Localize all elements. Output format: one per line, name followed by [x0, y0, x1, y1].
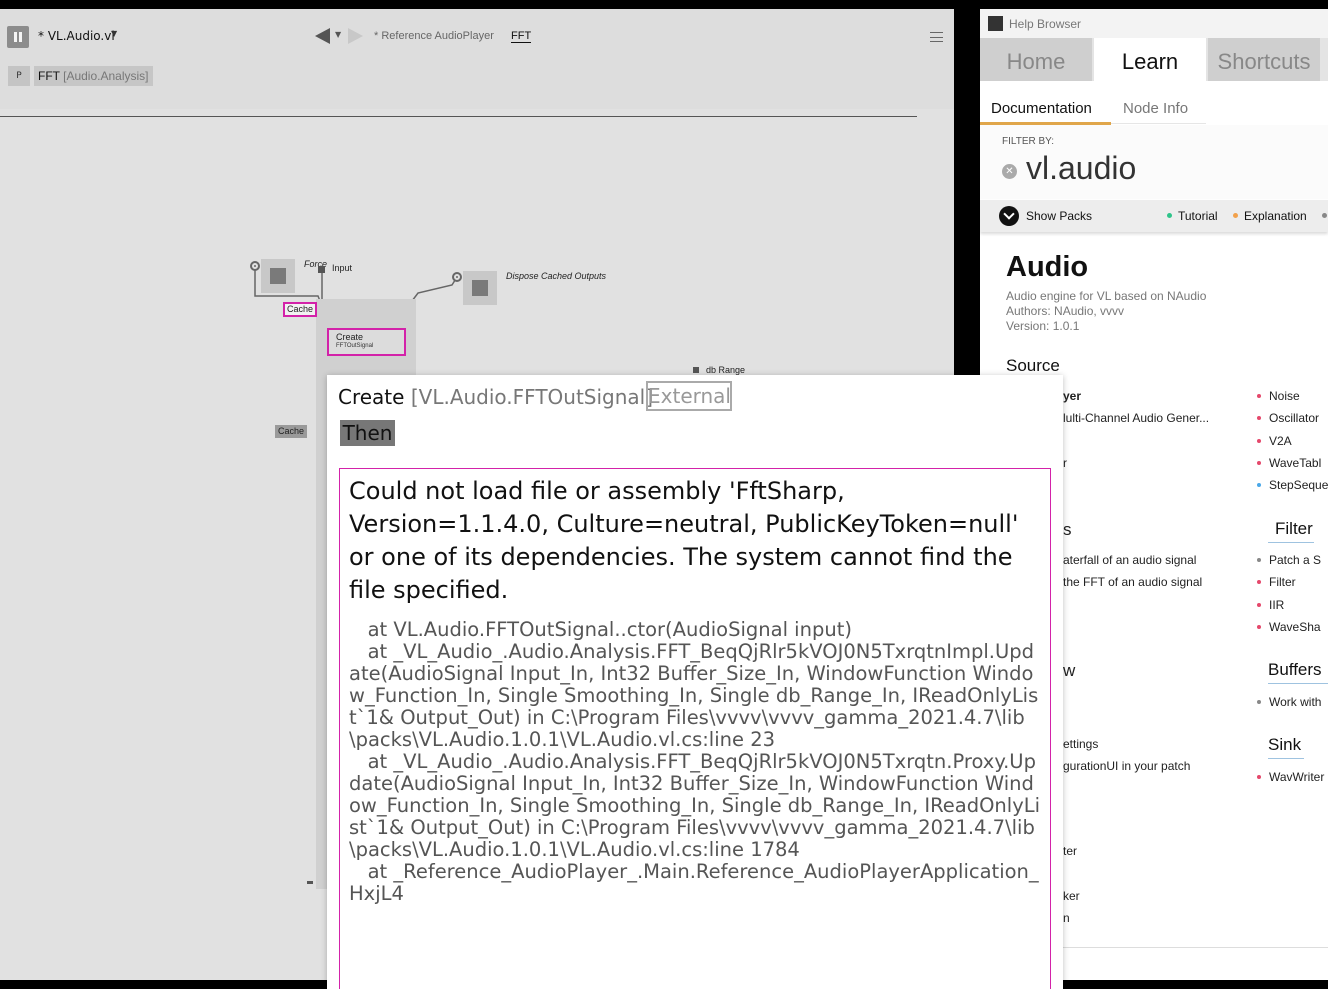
reference-dot-icon	[1257, 416, 1261, 420]
list-item[interactable]: lulti-Channel Audio Gener...	[1063, 411, 1209, 425]
error-tooltip: Create [VL.Audio.FFTOutSignal] External …	[327, 375, 1063, 989]
list-item[interactable]: n	[1063, 911, 1070, 925]
region-corner-pin[interactable]	[307, 881, 313, 884]
error-box: Could not load file or assembly 'FftShar…	[339, 468, 1051, 989]
then-badge: Then	[340, 420, 395, 446]
list-item[interactable]: ker	[1063, 889, 1080, 903]
tab-home[interactable]: Home	[980, 38, 1092, 81]
dispose-pin[interactable]	[452, 272, 462, 282]
list-item: w	[1063, 661, 1076, 680]
section-buffers: Buffers	[1268, 660, 1322, 679]
dispose-label: Dispose Cached Outputs	[506, 271, 607, 281]
input-label: Input	[332, 263, 353, 273]
gray-dot-icon	[1257, 558, 1261, 562]
list-item[interactable]: gurationUI in your patch	[1063, 759, 1190, 773]
tab-learn[interactable]: Learn	[1094, 38, 1206, 81]
tooltip-node-name: Create	[338, 385, 405, 409]
db-range-label: db Range	[706, 365, 746, 375]
sub-tabs: Documentation Node Info	[980, 81, 1328, 125]
reference-dot-icon	[1257, 439, 1261, 443]
section-filter: Filter	[1275, 519, 1313, 538]
input-pin[interactable]	[318, 266, 325, 273]
filter-input[interactable]: vl.audio	[1026, 150, 1136, 187]
force-pin[interactable]	[250, 261, 260, 271]
section-source: Source	[1006, 356, 1060, 375]
db-range-pin[interactable]	[693, 367, 699, 373]
list-item[interactable]: aterfall of an audio signal	[1063, 553, 1196, 567]
chevron-down-icon[interactable]	[999, 206, 1019, 226]
section-underline	[1268, 683, 1328, 684]
external-badge: External	[646, 381, 732, 411]
reference-dot-icon	[1257, 580, 1261, 584]
reference-dot-icon	[1257, 394, 1261, 398]
reference-dot-icon	[1257, 775, 1261, 779]
list-item[interactable]: r	[1063, 456, 1067, 470]
tab-documentation[interactable]: Documentation	[991, 100, 1092, 117]
list-item[interactable]: Work with	[1269, 695, 1321, 709]
section-sink: Sink	[1268, 735, 1302, 754]
section-underline	[1268, 542, 1314, 543]
dispose-toggle[interactable]	[463, 271, 497, 305]
tutorial-dot-icon	[1167, 213, 1172, 218]
reference-dot-icon	[1257, 625, 1261, 629]
legend-tutorial[interactable]: Tutorial	[1178, 209, 1218, 223]
create-node-label: Create	[336, 332, 364, 342]
list-item[interactable]: the FFT of an audio signal	[1063, 575, 1202, 589]
tab-underline	[1111, 123, 1206, 124]
list-item[interactable]: WaveTabl	[1269, 456, 1321, 470]
list-item: s	[1063, 520, 1072, 539]
tooltip-header: Create [VL.Audio.FFTOutSignal]	[338, 385, 653, 409]
create-node[interactable]: Create FFTOutSignal	[327, 328, 406, 356]
list-item[interactable]: WavWriter	[1269, 770, 1324, 784]
explanation-dot-icon	[1233, 213, 1238, 218]
pack-authors: Authors: NAudio, vvvv	[1006, 304, 1125, 318]
main-tabs: Home Learn Shortcuts	[980, 38, 1328, 81]
tab-node-info[interactable]: Node Info	[1123, 100, 1188, 117]
list-item[interactable]: yer	[1063, 389, 1081, 403]
window-title: Help Browser	[1009, 17, 1082, 31]
list-item[interactable]: Filter	[1269, 575, 1296, 589]
pack-description: Audio engine for VL based on NAudio	[1006, 289, 1207, 303]
app-icon	[988, 16, 1003, 31]
info-dot-icon	[1257, 483, 1261, 487]
list-item[interactable]: Noise	[1269, 389, 1300, 403]
gray-dot-icon	[1257, 700, 1261, 704]
help-titlebar: Help Browser	[980, 9, 1328, 38]
list-item[interactable]: ter	[1063, 844, 1077, 858]
list-item[interactable]: IIR	[1269, 598, 1284, 612]
clear-filter-icon[interactable]: ✕	[1002, 164, 1017, 179]
list-item[interactable]: Patch a S	[1269, 553, 1321, 567]
tooltip-node-category: [VL.Audio.FFTOutSignal]	[410, 385, 654, 409]
create-node-sublabel: FFTOutSignal	[336, 343, 374, 349]
list-item[interactable]: StepSeque	[1269, 478, 1328, 492]
reference-dot-icon	[1257, 603, 1261, 607]
more-dot-icon	[1322, 213, 1327, 218]
force-toggle[interactable]	[261, 259, 295, 293]
filter-label: FILTER BY:	[1002, 136, 1055, 147]
stack-trace: at VL.Audio.FFTOutSignal..ctor(AudioSign…	[349, 618, 1041, 905]
show-packs-toggle[interactable]: Show Packs	[1026, 209, 1092, 223]
cache-tag[interactable]: Cache	[283, 302, 317, 317]
list-item[interactable]: V2A	[1269, 434, 1292, 448]
reference-dot-icon	[1257, 461, 1261, 465]
pack-version: Version: 1.0.1	[1006, 319, 1080, 333]
legend-explanation[interactable]: Explanation	[1244, 209, 1307, 223]
tab-shortcuts[interactable]: Shortcuts	[1208, 38, 1320, 81]
list-item[interactable]: ettings	[1063, 737, 1098, 751]
cache-tag-secondary[interactable]: Cache	[275, 425, 307, 438]
section-underline	[1268, 758, 1304, 759]
list-item[interactable]: Oscillator	[1269, 411, 1319, 425]
list-item[interactable]: WaveSha	[1269, 620, 1321, 634]
error-message: Could not load file or assembly 'FftShar…	[349, 477, 1019, 604]
pack-title: Audio	[1006, 251, 1089, 283]
